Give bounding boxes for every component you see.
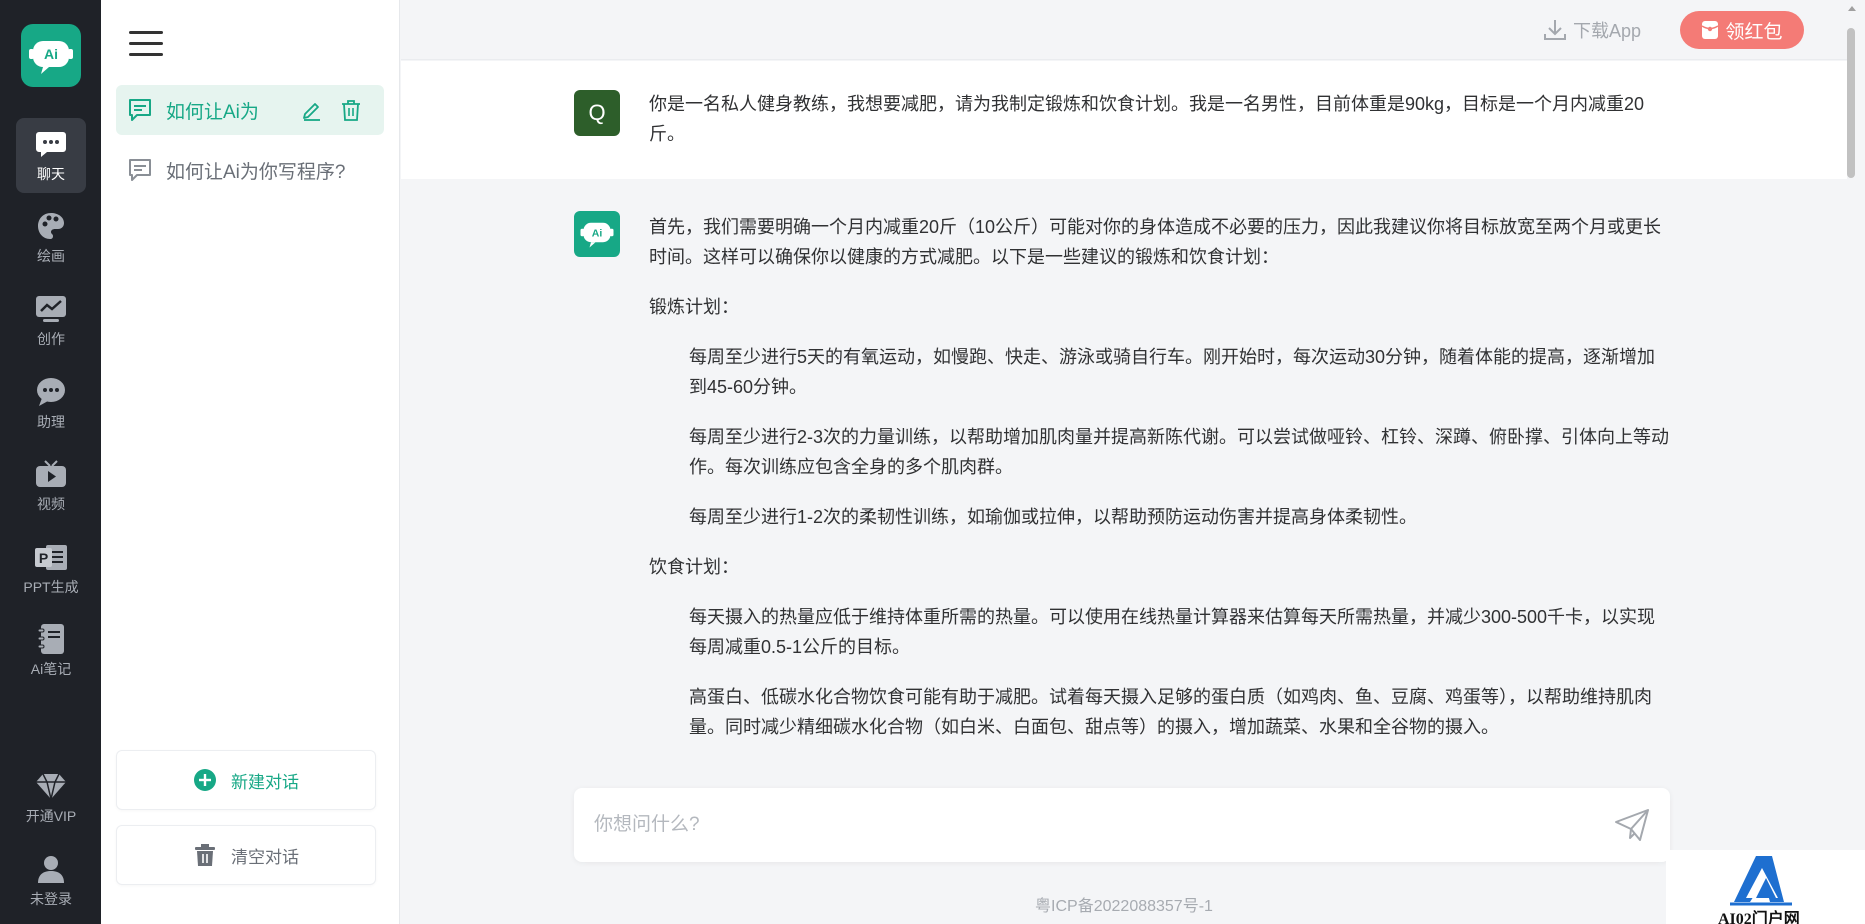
left-rail: Ai 聊天 绘画 创作 助理 视频 P PPT生成 Ai笔记 开通VIP 未登录 (0, 0, 101, 924)
history-item[interactable]: 如何让Ai为你写程序? (116, 145, 384, 195)
exercise-item: 每周至少进行2-3次的力量训练，以帮助增加肌肉量并提高新陈代谢。可以尝试做哑铃、… (689, 427, 1670, 477)
exercise-item: 每周至少进行5天的有氧运动，如慢跑、快走、游泳或骑自行车。刚开始时，每次运动30… (689, 347, 1656, 397)
diamond-icon (34, 769, 68, 803)
scrollbar-thumb[interactable] (1847, 28, 1855, 178)
rail-item-label: 绘画 (37, 248, 65, 264)
rail-item-video[interactable]: 视频 (16, 448, 86, 523)
tv-icon (34, 457, 68, 491)
icp-record[interactable]: 粤ICP备2022088357号-1 (401, 892, 1847, 916)
clear-chat-button[interactable]: 清空对话 (116, 825, 376, 885)
edit-icon[interactable] (299, 97, 325, 123)
answer-intro: 首先，我们需要明确一个月内减重20斤（10公斤）可能对你的身体造成不必要的压力，… (649, 217, 1662, 267)
download-app-button[interactable]: 下载App (1543, 16, 1641, 44)
chat-main: 下载App 领红包 Q 你是一名私人健身教练，我想要减肥，请为我制定锻炼和饮食计… (401, 0, 1847, 924)
rail-item-label: 助理 (37, 414, 65, 430)
user-icon (34, 852, 68, 886)
rail-item-label: 聊天 (37, 166, 65, 182)
history-panel: 如何让Ai为 如何让Ai为你写程序? 新建对话 清空对话 (101, 0, 400, 924)
plus-circle-icon (193, 768, 217, 792)
trash-icon (193, 843, 217, 867)
svg-text:Ai: Ai (592, 227, 603, 239)
watermark-logo-icon (1730, 856, 1792, 906)
rail-item-create[interactable]: 创作 (16, 283, 86, 358)
new-chat-label: 新建对话 (231, 772, 299, 792)
history-item-title: 如何让Ai为你写程序? (166, 161, 346, 183)
notebook-icon (34, 622, 68, 656)
assistant-bubble-icon (34, 375, 68, 409)
chat-input[interactable] (594, 806, 1574, 844)
ai-answer: 首先，我们需要明确一个月内减重20斤（10公斤）可能对你的身体造成不必要的压力，… (649, 212, 1673, 762)
scroll-up-arrow-icon (1848, 6, 1856, 11)
chat-outline-icon (126, 96, 154, 124)
history-item-title: 如何让Ai为 (166, 101, 259, 123)
menu-toggle-button[interactable] (129, 28, 163, 58)
ai-robot-icon: Ai (580, 222, 614, 248)
chat-input-box (574, 788, 1670, 862)
clear-chat-label: 清空对话 (231, 847, 299, 867)
chart-board-icon (34, 292, 68, 326)
rail-item-label: 未登录 (30, 891, 72, 907)
rail-item-label: Ai笔记 (30, 661, 72, 677)
rail-item-login[interactable]: 未登录 (16, 843, 86, 918)
rail-item-chat[interactable]: 聊天 (16, 118, 86, 193)
ai-robot-logo-icon: Ai (29, 40, 73, 74)
ppt-icon: P (34, 540, 68, 574)
rail-item-label: PPT生成 (23, 579, 79, 595)
red-packet-icon (1702, 21, 1719, 39)
user-question-text: 你是一名私人健身教练，我想要减肥，请为我制定锻炼和饮食计划。我是一名男性，目前体… (649, 94, 1645, 144)
history-item[interactable]: 如何让Ai为 (116, 85, 384, 135)
top-bar: 下载App 领红包 (401, 0, 1847, 60)
rail-item-vip[interactable]: 开通VIP (16, 760, 86, 835)
send-icon[interactable] (1614, 808, 1650, 842)
palette-icon (34, 209, 68, 243)
rail-item-label: 视频 (37, 496, 65, 512)
download-app-label: 下载App (1573, 21, 1642, 41)
exercise-heading: 锻炼计划： (649, 297, 739, 317)
rail-item-notes[interactable]: Ai笔记 (16, 613, 86, 688)
ai-avatar: Ai (574, 211, 620, 257)
exercise-item: 每周至少进行1-2次的柔韧性训练，如瑜伽或拉伸，以帮助预防运动伤害并提高身体柔韧… (689, 507, 1418, 527)
new-chat-button[interactable]: 新建对话 (116, 750, 376, 810)
watermark-text: AI02门户网 (1718, 911, 1800, 924)
diet-item: 每天摄入的热量应低于维持体重所需的热量。可以使用在线热量计算器来估算每天所需热量… (689, 607, 1656, 657)
user-avatar: Q (574, 90, 620, 136)
diet-heading: 饮食计划： (649, 557, 739, 577)
red-packet-label: 领红包 (1725, 21, 1783, 43)
app-logo[interactable]: Ai (21, 24, 81, 87)
diet-item: 高蛋白、低碳水化合物饮食可能有助于减肥。试着每天摄入足够的蛋白质（如鸡肉、鱼、豆… (689, 687, 1652, 737)
svg-text:P: P (39, 550, 48, 566)
rail-item-draw[interactable]: 绘画 (16, 200, 86, 275)
rail-item-ppt[interactable]: P PPT生成 (16, 531, 86, 606)
download-icon (1544, 20, 1566, 40)
svg-text:Ai: Ai (44, 46, 58, 62)
site-watermark: AI02门户网 (1666, 850, 1865, 924)
red-packet-button[interactable]: 领红包 (1680, 11, 1804, 49)
chat-outline-icon (126, 156, 154, 184)
rail-item-label: 开通VIP (25, 808, 77, 824)
chat-bubble-icon (34, 127, 68, 161)
delete-icon[interactable] (338, 97, 364, 123)
rail-item-assistant[interactable]: 助理 (16, 366, 86, 441)
scrollbar[interactable] (1847, 0, 1865, 924)
user-message: Q 你是一名私人健身教练，我想要减肥，请为我制定锻炼和饮食计划。我是一名男性，目… (401, 61, 1847, 179)
rail-item-label: 创作 (37, 331, 65, 347)
